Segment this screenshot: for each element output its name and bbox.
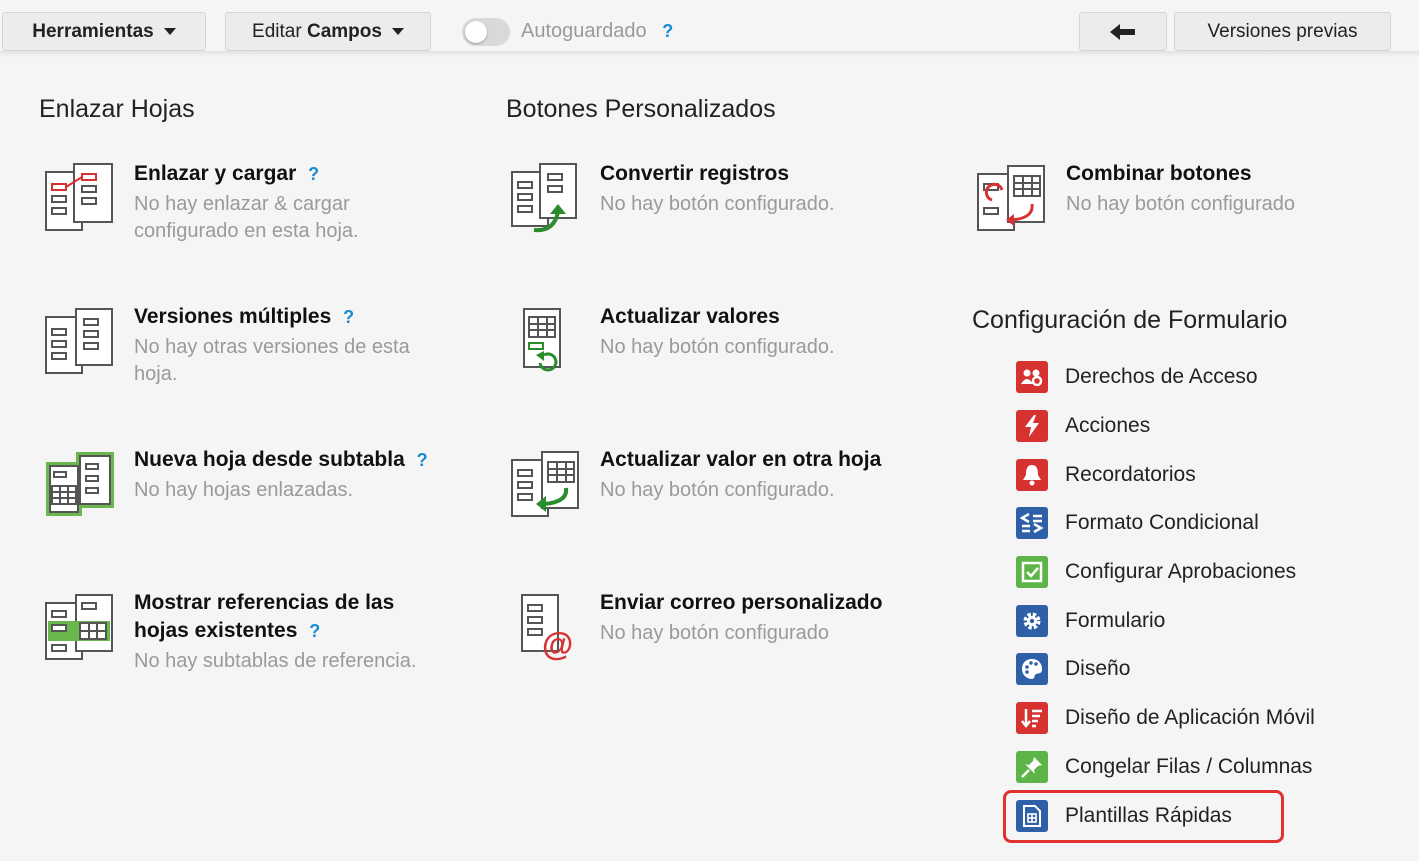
design-label: Diseño: [1065, 657, 1131, 680]
autosave-text: Autoguardado: [521, 20, 647, 42]
design-item[interactable]: Diseño: [1016, 652, 1130, 686]
quick-templates-highlight: [1003, 790, 1284, 843]
access-rights-label: Derechos de Acceso: [1065, 365, 1258, 388]
mobile-design-label: Diseño de Aplicación Móvil: [1065, 706, 1315, 729]
toggle-knob: [465, 21, 487, 43]
toolbar-divider: [0, 51, 1419, 57]
link-load-icon: [45, 163, 113, 231]
update-other-sheet-icon: [511, 451, 579, 517]
users-gear-icon: [1016, 361, 1048, 393]
previous-versions-label: Versiones previas: [1207, 20, 1358, 42]
reminders-item[interactable]: Recordatorios: [1016, 458, 1196, 492]
edit-prefix: Editar: [252, 20, 307, 42]
help-icon[interactable]: ?: [308, 164, 319, 184]
update-values-icon: [523, 308, 561, 372]
send-email-desc: No hay botón configurado: [600, 622, 830, 644]
convert-records-icon: [511, 163, 577, 233]
update-value-other-sheet-item[interactable]: Actualizar valor en otra hoja No hay bot…: [510, 446, 930, 536]
conditional-format-label: Formato Condicional: [1065, 511, 1259, 534]
convert-records-item[interactable]: Convertir registros No hay botón configu…: [510, 160, 930, 250]
show-references-title-2-text: hojas existentes: [134, 619, 298, 642]
toolbar: Herramientas Editar Campos Autoguardado …: [0, 0, 1419, 55]
multiple-versions-title: Versiones múltiples ?: [134, 303, 354, 331]
freeze-rows-label: Congelar Filas / Columnas: [1065, 755, 1313, 778]
update-values-item[interactable]: Actualizar valores No hay botón configur…: [510, 303, 930, 393]
link-load-title: Enlazar y cargar ?: [134, 160, 319, 188]
link-load-desc: No hay enlazar & cargar configurado en e…: [134, 193, 359, 242]
help-icon[interactable]: ?: [309, 621, 320, 641]
arrow-left-icon: [1110, 23, 1135, 40]
combine-buttons-desc: No hay botón configurado: [1066, 193, 1296, 215]
tools-menu-button[interactable]: Herramientas: [2, 12, 206, 51]
update-values-desc: No hay botón configurado.: [600, 336, 835, 358]
edit-fields-menu-button[interactable]: Editar Campos: [225, 12, 431, 51]
custom-buttons-title: Botones Personalizados: [506, 95, 776, 123]
caret-down-icon: [163, 28, 176, 35]
new-sheet-from-subtable-item[interactable]: Nueva hoja desde subtabla ? No hay hojas…: [44, 446, 464, 536]
show-references-desc: No hay subtablas de referencia.: [134, 650, 417, 672]
show-references-title-2: hojas existentes ?: [134, 617, 320, 645]
show-references-title-1: Mostrar referencias de las: [134, 591, 395, 614]
freeze-rows-item[interactable]: Congelar Filas / Columnas: [1016, 750, 1312, 784]
update-other-sheet-desc: No hay botón configurado.: [600, 479, 835, 501]
link-and-load-item[interactable]: Enlazar y cargar ? No hay enlazar & carg…: [44, 160, 464, 260]
help-icon[interactable]: ?: [343, 307, 354, 327]
back-button[interactable]: [1079, 12, 1167, 51]
combine-buttons-item[interactable]: Combinar botones No hay botón configurad…: [976, 160, 1396, 250]
bell-icon: [1016, 459, 1048, 491]
caret-down-icon: [391, 28, 404, 35]
link-sheets-title: Enlazar Hojas: [39, 95, 195, 123]
access-rights-item[interactable]: Derechos de Acceso: [1016, 360, 1258, 394]
multiple-versions-desc: No hay otras versiones de esta hoja.: [134, 336, 410, 385]
multiple-versions-item[interactable]: Versiones múltiples ? No hay otras versi…: [44, 303, 464, 403]
multiple-versions-title-text: Versiones múltiples: [134, 305, 332, 328]
combine-buttons-title: Combinar botones: [1066, 162, 1252, 185]
help-icon[interactable]: ?: [417, 450, 428, 470]
pin-icon: [1016, 751, 1048, 783]
email-sheet-icon: @: [521, 594, 573, 662]
form-config-title: Configuración de Formulario: [972, 306, 1288, 334]
actions-item[interactable]: Acciones: [1016, 409, 1150, 443]
combine-buttons-icon: [977, 165, 1045, 231]
send-email-title: Enviar correo personalizado: [600, 591, 883, 614]
palette-icon: [1016, 653, 1048, 685]
actions-label: Acciones: [1065, 414, 1151, 437]
new-sheet-subtable-title-text: Nueva hoja desde subtabla: [134, 448, 405, 471]
convert-records-desc: No hay botón configurado.: [600, 193, 835, 215]
update-values-title: Actualizar valores: [600, 305, 780, 328]
tools-menu-label: Herramientas: [32, 20, 154, 42]
autosave-help-icon[interactable]: ?: [662, 21, 673, 41]
convert-records-title: Convertir registros: [600, 162, 790, 185]
conditional-format-icon: [1016, 507, 1048, 539]
gear-icon: [1016, 605, 1048, 637]
svg-text:@: @: [542, 626, 573, 662]
show-references-icon: [45, 594, 113, 660]
approvals-item[interactable]: Configurar Aprobaciones: [1016, 555, 1296, 589]
autosave-toggle[interactable]: [462, 18, 510, 46]
lightning-icon: [1016, 410, 1048, 442]
new-sheet-subtable-title: Nueva hoja desde subtabla ?: [134, 446, 428, 474]
mobile-sort-icon: [1016, 702, 1048, 734]
reminders-label: Recordatorios: [1065, 463, 1196, 486]
new-sheet-subtable-icon: [46, 452, 114, 516]
approvals-label: Configurar Aprobaciones: [1065, 560, 1297, 583]
edit-bold: Campos: [306, 20, 382, 42]
autosave-label: Autoguardado ?: [521, 20, 673, 43]
mobile-design-item[interactable]: Diseño de Aplicación Móvil: [1016, 701, 1315, 735]
conditional-format-item[interactable]: Formato Condicional: [1016, 506, 1259, 540]
multiple-versions-icon: [45, 308, 113, 374]
link-load-title-text: Enlazar y cargar: [134, 162, 297, 185]
form-settings-label: Formulario: [1065, 609, 1166, 632]
form-settings-item[interactable]: Formulario: [1016, 604, 1165, 638]
send-custom-email-item[interactable]: @ Enviar correo personalizado No hay bot…: [510, 589, 930, 679]
update-other-sheet-title: Actualizar valor en otra hoja: [600, 448, 882, 471]
show-references-item[interactable]: Mostrar referencias de las hojas existen…: [44, 589, 464, 689]
edit-fields-label: Editar Campos: [252, 21, 382, 43]
previous-versions-button[interactable]: Versiones previas: [1174, 12, 1391, 51]
checkbox-icon: [1016, 556, 1048, 588]
new-sheet-subtable-desc: No hay hojas enlazadas.: [134, 479, 354, 501]
